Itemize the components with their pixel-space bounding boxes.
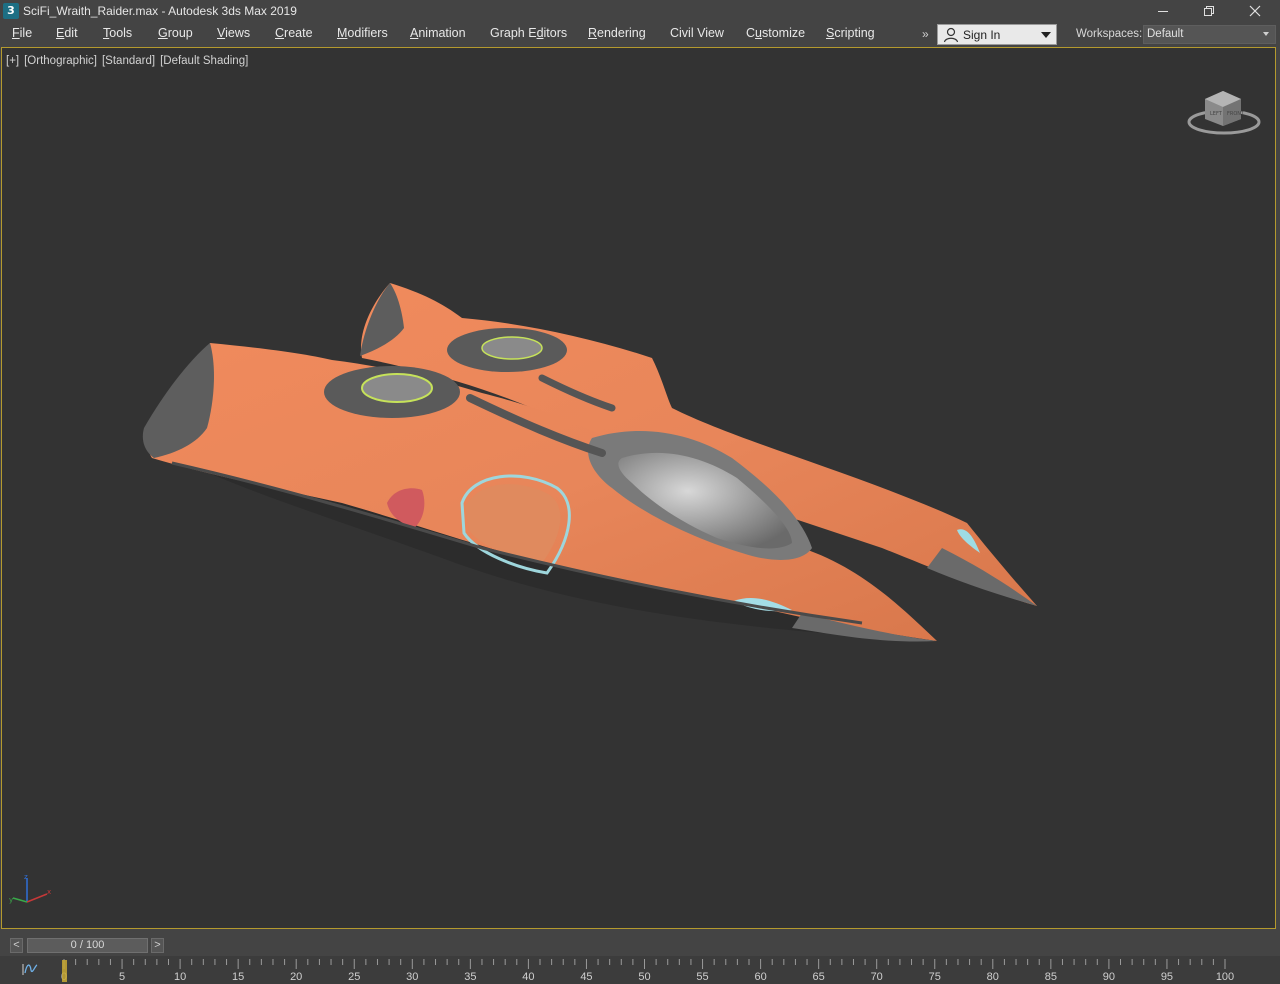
menu-tools[interactable]: Tools — [103, 26, 132, 40]
workspaces-label: Workspaces: — [1076, 28, 1143, 40]
ruler-label: 95 — [1161, 971, 1173, 983]
close-icon — [1249, 5, 1261, 17]
user-icon — [943, 27, 959, 43]
ruler-label: 55 — [696, 971, 708, 983]
menu-animation[interactable]: Animation — [410, 26, 466, 40]
ruler-label: 40 — [522, 971, 534, 983]
svg-text:FRONT: FRONT — [1227, 111, 1245, 117]
ruler-label: 10 — [174, 971, 186, 983]
chevron-down-icon — [1263, 32, 1269, 36]
prev-frame-button[interactable]: < — [10, 938, 23, 953]
ruler-label: 85 — [1045, 971, 1057, 983]
time-slider-bar — [0, 932, 1280, 956]
ruler-label: 20 — [290, 971, 302, 983]
menu-rendering[interactable]: Rendering — [588, 26, 646, 40]
engine-ring-left-inner — [361, 373, 433, 403]
menu-customize[interactable]: Customize — [746, 26, 805, 40]
menu-create[interactable]: Create — [275, 26, 313, 40]
menu-civil-view[interactable]: Civil View — [670, 26, 724, 40]
workspaces-select[interactable]: Default — [1143, 25, 1276, 44]
ruler-label: 60 — [754, 971, 766, 983]
timeline-ruler[interactable]: 0510152025303540455055606570758085909510… — [0, 956, 1280, 984]
window-title: SciFi_Wraith_Raider.max - Autodesk 3ds M… — [23, 4, 297, 18]
ruler-label: 15 — [232, 971, 244, 983]
svg-text:LEFT: LEFT — [1210, 111, 1223, 117]
menu-scripting[interactable]: Scripting — [826, 26, 875, 40]
axis-tripod-icon: z y x — [9, 873, 51, 904]
ruler-label: 25 — [348, 971, 360, 983]
spaceship-model[interactable] — [2, 48, 1275, 928]
restore-button[interactable] — [1186, 0, 1232, 22]
ruler-label: 70 — [871, 971, 883, 983]
menu-graph-editors[interactable]: Graph Editors — [490, 26, 567, 40]
ruler-label: 80 — [987, 971, 999, 983]
ruler-label: 30 — [406, 971, 418, 983]
restore-icon — [1204, 6, 1214, 16]
viewcube-icon[interactable]: LEFT FRONT — [1185, 81, 1263, 137]
time-slider-thumb[interactable]: 0 / 100 — [27, 938, 148, 953]
3ds-max-icon[interactable]: 3 — [3, 3, 19, 19]
menu-group[interactable]: Group — [158, 26, 193, 40]
ruler-label: 50 — [638, 971, 650, 983]
title-bar: 3 SciFi_Wraith_Raider.max - Autodesk 3ds… — [0, 0, 1280, 22]
svg-text:z: z — [24, 873, 28, 881]
minimize-button[interactable] — [1140, 0, 1186, 22]
next-frame-button[interactable]: > — [151, 938, 164, 953]
ruler-label: 35 — [464, 971, 476, 983]
chevron-down-icon — [1041, 32, 1051, 38]
close-button[interactable] — [1232, 0, 1278, 22]
ruler-label: 75 — [929, 971, 941, 983]
ruler-label: 45 — [580, 971, 592, 983]
ruler-label: 65 — [813, 971, 825, 983]
ruler-label: 90 — [1103, 971, 1115, 983]
menu-views[interactable]: Views — [217, 26, 250, 40]
svg-text:x: x — [47, 888, 51, 896]
menu-overflow-button[interactable]: » — [922, 27, 929, 41]
engine-ring-right-inner — [481, 336, 543, 360]
menu-modifiers[interactable]: Modifiers — [337, 26, 388, 40]
perspective-viewport[interactable]: [+] [Orthographic] [Standard] [Default Shad… — [1, 47, 1276, 929]
sign-in-dropdown[interactable]: Sign In — [937, 24, 1057, 45]
menu-edit[interactable]: Edit — [56, 26, 78, 40]
ruler-label: 100 — [1216, 971, 1234, 983]
current-frame-marker[interactable] — [62, 960, 67, 982]
sign-in-label: Sign In — [963, 28, 1001, 42]
minimize-icon — [1158, 11, 1168, 12]
svg-text:y: y — [9, 896, 13, 904]
workspaces-value: Default — [1147, 28, 1184, 40]
ruler-label: 5 — [119, 971, 125, 983]
menu-file[interactable]: File — [12, 26, 32, 40]
